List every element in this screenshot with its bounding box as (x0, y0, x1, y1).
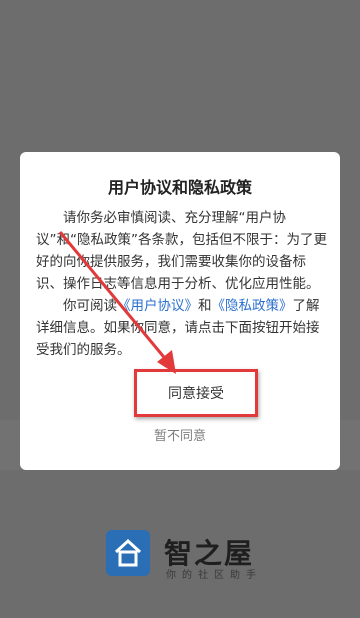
house-icon (106, 530, 150, 576)
paragraph-2-and: 和 (198, 298, 212, 314)
privacy-policy-link[interactable]: 《隐私政策》 (212, 298, 293, 314)
privacy-dialog: 用户协议和隐私政策 请你务必审慎阅读、充分理解“用户协议”和“隐私政策”各条款，… (20, 152, 340, 470)
dialog-paragraph-2: 你可阅读《用户协议》和《隐私政策》了解详细信息。如果你同意，请点击下面按钮开始接… (36, 295, 331, 361)
brand-block: 智之屋 你的社区助手 (106, 530, 266, 586)
dialog-paragraph-1: 请你务必审慎阅读、充分理解“用户协议”和“隐私政策”各条款，包括但不限于：为了更… (36, 210, 327, 292)
disagree-button[interactable]: 暂不同意 (20, 424, 340, 450)
dialog-title: 用户协议和隐私政策 (107, 178, 252, 197)
paragraph-2-prefix: 你可阅读 (63, 298, 117, 314)
user-agreement-link[interactable]: 《用户协议》 (117, 298, 198, 314)
brand-slogan: 你的社区助手 (166, 570, 262, 581)
dialog-body: 请你务必审慎阅读、充分理解“用户协议”和“隐私政策”各条款，包括但不限于：为了更… (36, 207, 331, 361)
agree-button[interactable]: 同意接受 (134, 369, 258, 417)
